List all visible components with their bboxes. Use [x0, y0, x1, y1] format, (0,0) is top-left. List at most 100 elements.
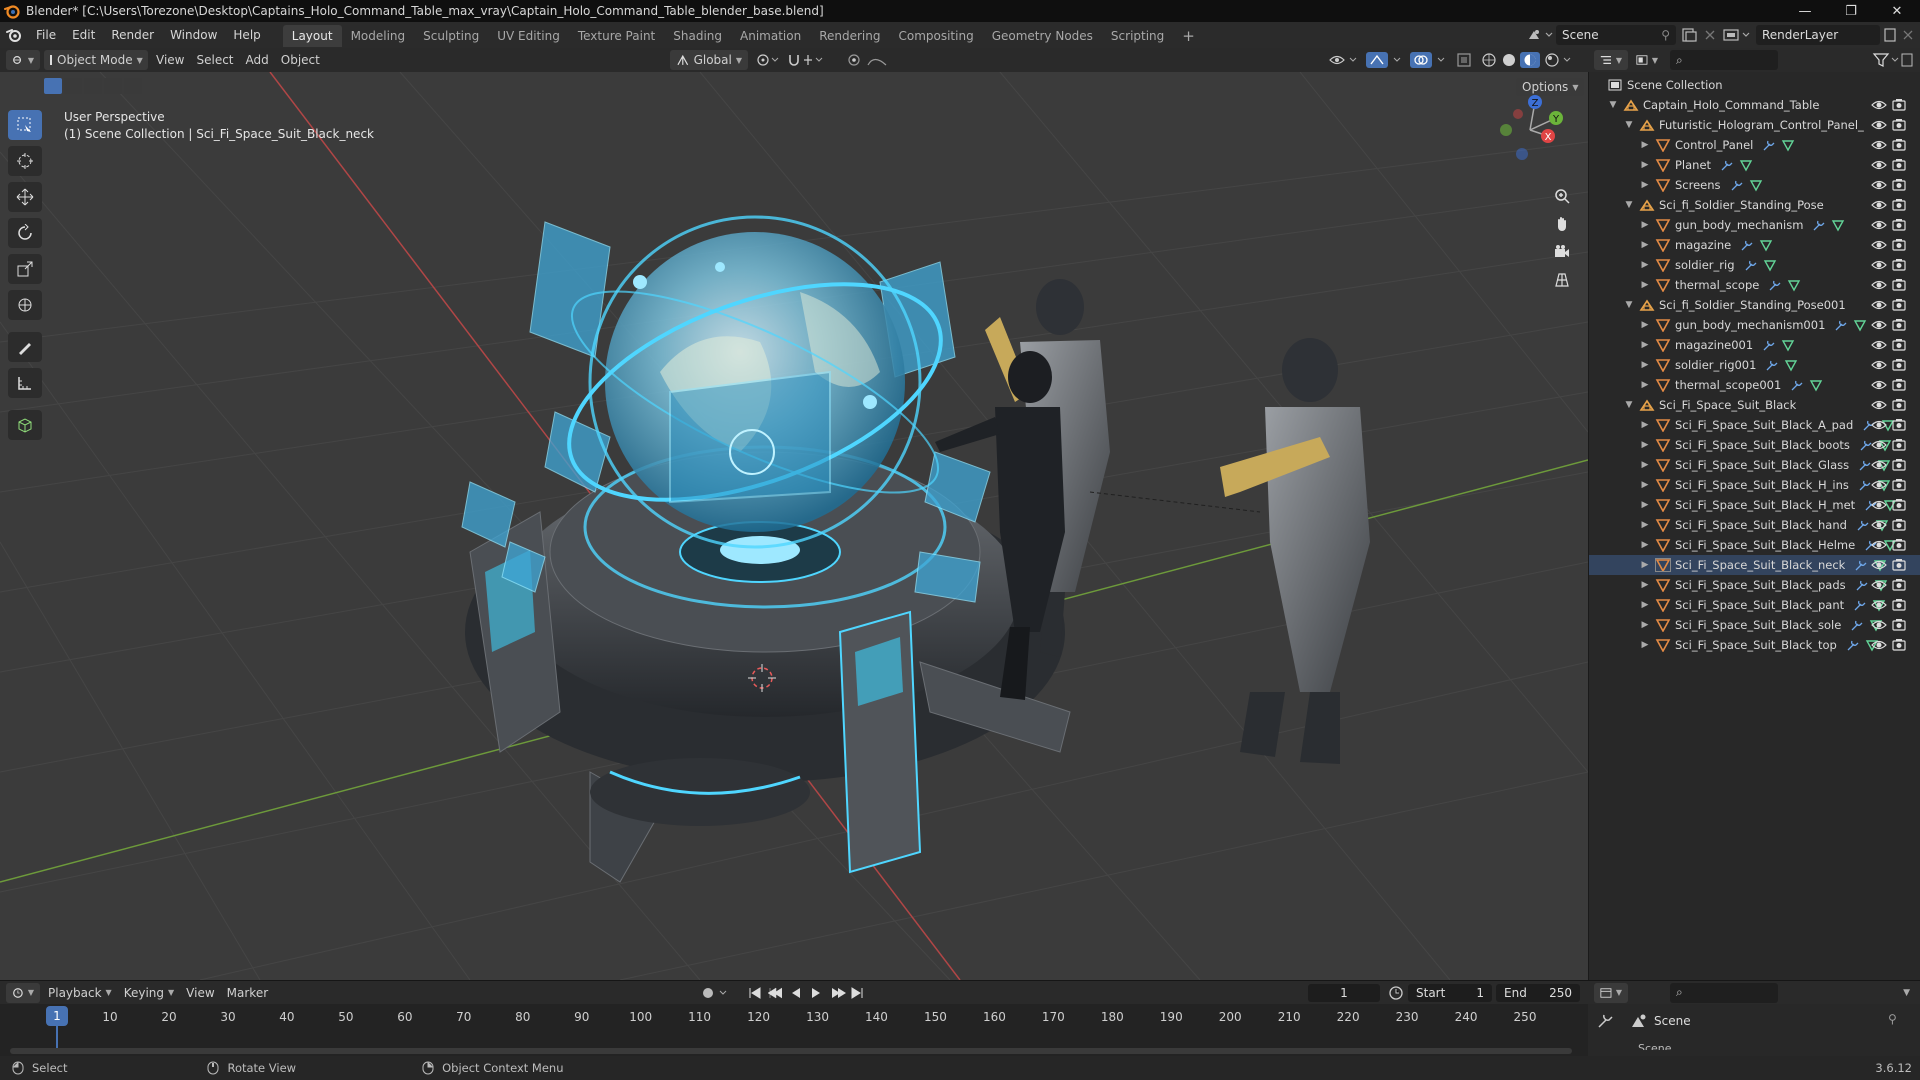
tab-modeling[interactable]: Modeling	[342, 25, 415, 47]
perspective-toggle-button[interactable]	[1548, 266, 1576, 294]
visibility-eye-icon[interactable]	[1871, 377, 1887, 393]
expand-arrow-icon[interactable]: ▶	[1639, 520, 1651, 530]
render-camera-icon[interactable]	[1891, 337, 1907, 353]
menu-help[interactable]: Help	[225, 22, 268, 48]
select-intersect-button[interactable]	[124, 78, 142, 94]
outliner-row[interactable]: ▶ Control_Panel	[1589, 135, 1920, 155]
playback-controls[interactable]	[746, 985, 866, 1001]
visibility-eye-icon[interactable]	[1871, 237, 1887, 253]
visibility-eye-icon[interactable]	[1871, 317, 1887, 333]
visibility-eye-icon[interactable]	[1871, 337, 1887, 353]
visibility-eye-icon[interactable]	[1871, 437, 1887, 453]
close-window-button[interactable]: ✕	[1874, 0, 1920, 22]
expand-arrow-icon[interactable]: ▶	[1639, 320, 1651, 330]
visibility-eye-icon[interactable]	[1871, 97, 1887, 113]
render-camera-icon[interactable]	[1891, 177, 1907, 193]
visibility-eye-icon[interactable]	[1871, 417, 1887, 433]
visibility-eye-icon[interactable]	[1871, 637, 1887, 653]
overlays-toggle-icon[interactable]	[1410, 52, 1450, 68]
collapse-arrow-icon[interactable]: ▼	[1623, 300, 1635, 310]
outliner-row[interactable]: ▼ Sci_Fi_Space_Suit_Black	[1589, 395, 1920, 415]
collapse-arrow-icon[interactable]: ▼	[1607, 100, 1619, 110]
visibility-eye-icon[interactable]	[1871, 517, 1887, 533]
outliner-row[interactable]: ▼ Futuristic_Hologram_Control_Panel_	[1589, 115, 1920, 135]
pin-icon[interactable]: ⚲	[1661, 28, 1670, 42]
render-camera-icon[interactable]	[1891, 517, 1907, 533]
move-tool[interactable]	[8, 182, 42, 212]
view-layer-selector[interactable]: RenderLayer	[1756, 25, 1880, 45]
shading-wireframe-icon[interactable]	[1480, 52, 1498, 68]
outliner-row[interactable]: ▶ magazine	[1589, 235, 1920, 255]
render-camera-icon[interactable]	[1891, 417, 1907, 433]
collapse-arrow-icon[interactable]: ▼	[1623, 200, 1635, 210]
render-camera-icon[interactable]	[1891, 617, 1907, 633]
outliner-row[interactable]: ▶ soldier_rig001	[1589, 355, 1920, 375]
menu-add[interactable]: Add	[240, 50, 275, 70]
expand-arrow-icon[interactable]: ▶	[1639, 280, 1651, 290]
expand-arrow-icon[interactable]: ▶	[1639, 240, 1651, 250]
pan-button[interactable]	[1548, 210, 1576, 238]
visibility-eye-icon[interactable]	[1871, 277, 1887, 293]
render-camera-icon[interactable]	[1891, 157, 1907, 173]
navigation-gizmo[interactable]: Z Y X	[1490, 92, 1570, 162]
render-camera-icon[interactable]	[1891, 577, 1907, 593]
end-frame-input[interactable]: End 250	[1496, 984, 1580, 1002]
properties-options-icon[interactable]: ▼	[1903, 988, 1910, 998]
menu-file[interactable]: File	[28, 22, 64, 48]
properties-pin-icon[interactable]: ⚲	[1888, 1012, 1897, 1026]
tab-compositing[interactable]: Compositing	[889, 25, 982, 47]
minimize-button[interactable]: —	[1782, 0, 1828, 22]
render-camera-icon[interactable]	[1891, 477, 1907, 493]
zoom-button[interactable]	[1548, 182, 1576, 210]
timeline-scrollbar[interactable]	[10, 1048, 1572, 1054]
expand-arrow-icon[interactable]: ▶	[1639, 640, 1651, 650]
outliner-row[interactable]: ▶ Planet	[1589, 155, 1920, 175]
select-extend-button[interactable]	[64, 78, 82, 94]
tab-shading[interactable]: Shading	[664, 25, 731, 47]
tab-sculpting[interactable]: Sculpting	[414, 25, 488, 47]
shading-rendered-icon[interactable]	[1544, 52, 1578, 68]
tab-rendering[interactable]: Rendering	[810, 25, 889, 47]
menu-render[interactable]: Render	[103, 22, 162, 48]
render-camera-icon[interactable]	[1891, 237, 1907, 253]
scene-selector[interactable]: Scene ⚲	[1556, 25, 1676, 45]
cursor-tool[interactable]	[8, 146, 42, 176]
visibility-eye-icon[interactable]	[1871, 557, 1887, 573]
render-camera-icon[interactable]	[1891, 197, 1907, 213]
timeline-menu-view[interactable]: View	[180, 983, 220, 1003]
visibility-eye-icon[interactable]	[1871, 177, 1887, 193]
expand-arrow-icon[interactable]: ▶	[1639, 460, 1651, 470]
expand-arrow-icon[interactable]: ▶	[1639, 580, 1651, 590]
xray-toggle-icon[interactable]	[1456, 52, 1474, 68]
outliner-panel[interactable]: Scene Collection ▼ Captain_Holo_Command_Ta…	[1588, 72, 1920, 980]
outliner-row[interactable]: ▶ Sci_Fi_Space_Suit_Black_Helme	[1589, 535, 1920, 555]
visibility-eye-icon[interactable]	[1871, 157, 1887, 173]
menu-edit[interactable]: Edit	[64, 22, 103, 48]
render-camera-icon[interactable]	[1891, 597, 1907, 613]
render-camera-icon[interactable]	[1891, 137, 1907, 153]
render-camera-icon[interactable]	[1891, 397, 1907, 413]
render-camera-icon[interactable]	[1891, 497, 1907, 513]
expand-arrow-icon[interactable]: ▶	[1639, 180, 1651, 190]
current-frame-input[interactable]: 1	[1308, 984, 1380, 1002]
timeline-ruler[interactable]: 1102030405060708090100110120130140150160…	[0, 1004, 1588, 1048]
view-layer-actions-icon[interactable]	[1882, 27, 1918, 43]
pivot-point-icon[interactable]	[756, 52, 782, 68]
expand-arrow-icon[interactable]: ▶	[1639, 540, 1651, 550]
properties-scene-panel-label[interactable]: Scene	[1638, 1038, 1672, 1050]
outliner-row[interactable]: ▶ Sci_Fi_Space_Suit_Black_boots	[1589, 435, 1920, 455]
outliner-row[interactable]: ▶ gun_body_mechanism	[1589, 215, 1920, 235]
select-new-button[interactable]	[44, 78, 62, 94]
outliner-row-scene-collection[interactable]: Scene Collection	[1589, 75, 1920, 95]
outliner-row[interactable]: ▶ Sci_Fi_Space_Suit_Black_sole	[1589, 615, 1920, 635]
shading-material-icon[interactable]	[1520, 52, 1540, 68]
transform-tool[interactable]	[8, 290, 42, 320]
restore-button[interactable]: ❐	[1828, 0, 1874, 22]
expand-arrow-icon[interactable]: ▶	[1639, 220, 1651, 230]
outliner-row[interactable]: ▶ Sci_Fi_Space_Suit_Black_pant	[1589, 595, 1920, 615]
render-camera-icon[interactable]	[1891, 557, 1907, 573]
add-workspace-button[interactable]: +	[1173, 25, 1204, 47]
render-camera-icon[interactable]	[1891, 277, 1907, 293]
select-box-tool[interactable]	[8, 110, 42, 140]
preview-range-icon[interactable]	[1388, 985, 1404, 1001]
